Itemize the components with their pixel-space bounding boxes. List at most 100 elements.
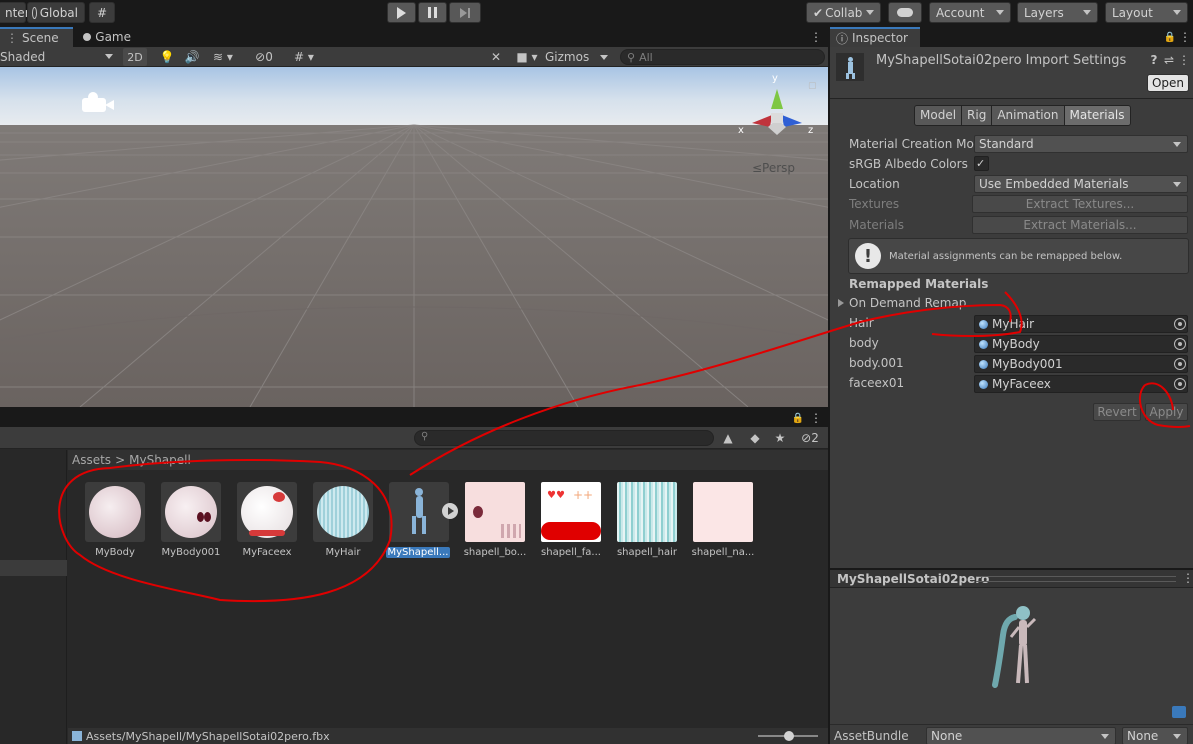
folder-tree-selected-item[interactable] bbox=[0, 560, 67, 576]
project-lock-icon[interactable]: 🔒 bbox=[792, 411, 804, 425]
open-button[interactable]: Open bbox=[1147, 74, 1189, 92]
shading-mode-label: Shaded bbox=[0, 49, 46, 64]
remap-field-faceex01[interactable]: MyFaceex bbox=[974, 375, 1188, 393]
scene-search-input[interactable]: ⚲ All bbox=[620, 49, 825, 65]
orientation-gizmo[interactable]: y x z bbox=[738, 73, 816, 153]
asset-item-shapell-na-texture[interactable] bbox=[693, 482, 753, 542]
tab-inspector[interactable]: ⓘ Inspector bbox=[830, 27, 920, 47]
model-preview[interactable] bbox=[830, 589, 1193, 699]
object-picker-icon[interactable] bbox=[1174, 358, 1186, 370]
object-picker-icon[interactable] bbox=[1174, 378, 1186, 390]
object-picker-icon[interactable] bbox=[1174, 338, 1186, 350]
hidden-objects-toggle[interactable]: ⊘ 0 bbox=[248, 48, 280, 66]
tab-game[interactable]: Game bbox=[77, 27, 137, 47]
srgb-checkbox[interactable]: ✓ bbox=[974, 156, 989, 171]
remap-field-hair[interactable]: MyHair bbox=[974, 315, 1188, 333]
pause-button[interactable] bbox=[418, 2, 447, 23]
exclamation-icon: ! bbox=[855, 243, 881, 269]
effects-dropdown[interactable]: ≋ ▾ bbox=[208, 48, 238, 66]
remap-field-body[interactable]: MyBody bbox=[974, 335, 1188, 353]
info-helpbox: ! Material assignments can be remapped b… bbox=[848, 238, 1189, 274]
step-button[interactable] bbox=[449, 2, 481, 23]
mode-2d-toggle[interactable]: 2D bbox=[123, 48, 147, 66]
remap-field-body001[interactable]: MyBody001 bbox=[974, 355, 1188, 373]
asset-label: shapell_na... bbox=[691, 547, 755, 558]
breadcrumb-folder[interactable]: MyShapell bbox=[129, 453, 191, 467]
layout-label: Layout bbox=[1112, 5, 1153, 20]
inspector-menu-icon[interactable]: ⋮ bbox=[1179, 29, 1191, 45]
preview-drag-handle[interactable] bbox=[976, 576, 1176, 582]
asset-item-myfaceex[interactable] bbox=[237, 482, 297, 542]
srgb-label: sRGB Albedo Colors bbox=[849, 157, 968, 171]
grid-dropdown[interactable]: # ▾ bbox=[284, 48, 324, 66]
on-demand-remap-foldout[interactable]: On Demand Remap bbox=[838, 296, 966, 310]
inspector-title: MyShapellSotai02pero Import Settings bbox=[876, 53, 1127, 68]
filter-label-icon[interactable]: ◆ bbox=[746, 430, 764, 446]
asset-item-mybody[interactable] bbox=[85, 482, 145, 542]
header-menu-icon[interactable]: ⋮ bbox=[1178, 53, 1190, 67]
persp-label[interactable]: ≤Persp bbox=[752, 161, 795, 175]
asset-label-tag-icon[interactable] bbox=[1172, 706, 1186, 718]
asset-item-model[interactable] bbox=[389, 482, 449, 542]
shading-mode-dropdown[interactable]: Shaded bbox=[0, 47, 118, 66]
inspector-tabbar: ⓘ Inspector 🔒 ⋮ bbox=[830, 27, 1193, 47]
tab-animation-label: Animation bbox=[997, 108, 1059, 122]
thumbnail-size-slider[interactable] bbox=[758, 731, 818, 741]
object-picker-icon[interactable] bbox=[1174, 318, 1186, 330]
info-text: Material assignments can be remapped bel… bbox=[889, 250, 1123, 262]
revert-button[interactable]: Revert bbox=[1093, 403, 1141, 421]
tab-scene[interactable]: ⋮ Scene bbox=[0, 27, 73, 47]
material-dot-icon bbox=[979, 319, 988, 329]
asset-item-shapell-body-texture[interactable] bbox=[465, 482, 525, 542]
gizmos-dropdown[interactable]: Gizmos bbox=[545, 48, 611, 66]
tab-rig[interactable]: Rig bbox=[962, 106, 993, 125]
tab-animation[interactable]: Animation bbox=[992, 106, 1065, 125]
asset-item-shapell-face-texture[interactable]: ♥♥ ++ bbox=[541, 482, 601, 542]
asset-item-shapell-hair-texture[interactable] bbox=[617, 482, 677, 542]
help-icon[interactable]: ? bbox=[1148, 53, 1160, 67]
assetbundle-dropdown[interactable]: None bbox=[926, 727, 1116, 744]
project-menu-icon[interactable]: ⋮ bbox=[810, 410, 822, 426]
asset-item-mybody001[interactable] bbox=[161, 482, 221, 542]
inspector-lock-icon[interactable]: 🔒 bbox=[1164, 30, 1176, 44]
layout-dropdown[interactable]: Layout bbox=[1105, 2, 1188, 23]
lighting-icon[interactable]: 💡 bbox=[158, 48, 176, 66]
pause-icon bbox=[428, 7, 437, 18]
filter-type-icon[interactable]: ▲ bbox=[719, 430, 737, 446]
tab-materials[interactable]: Materials bbox=[1064, 106, 1130, 125]
assetbundle-variant-dropdown[interactable]: None bbox=[1122, 727, 1188, 744]
expand-model-button[interactable] bbox=[442, 503, 458, 519]
camera-dropdown[interactable]: ■ ▾ bbox=[512, 48, 542, 66]
axis-gizmo-svg bbox=[752, 89, 802, 135]
pivot-mode-button[interactable]: nter bbox=[0, 2, 30, 23]
camera-icon[interactable] bbox=[82, 92, 116, 112]
breadcrumb-assets[interactable]: Assets bbox=[72, 453, 111, 467]
extract-textures-button[interactable]: Extract Textures... bbox=[972, 195, 1188, 213]
play-button[interactable] bbox=[387, 2, 416, 23]
asset-label: shapell_hair bbox=[616, 547, 678, 558]
preview-menu-icon[interactable]: ⋮ bbox=[1182, 571, 1193, 585]
favorite-star-icon[interactable]: ★ bbox=[771, 430, 789, 446]
extract-materials-button[interactable]: Extract Materials... bbox=[972, 216, 1188, 234]
collab-dropdown[interactable]: ✔ Collab bbox=[806, 2, 881, 23]
remap-name-body: body bbox=[849, 336, 879, 350]
tools-icon[interactable]: ✕ bbox=[486, 48, 506, 66]
scene-menu-icon[interactable]: ⋮ bbox=[810, 29, 822, 45]
asset-item-myhair[interactable] bbox=[313, 482, 373, 542]
cloud-button[interactable] bbox=[888, 2, 922, 23]
audio-icon[interactable]: 🔊 bbox=[183, 48, 201, 66]
layers-dropdown[interactable]: Layers bbox=[1017, 2, 1098, 23]
grid-snap-button[interactable]: # bbox=[89, 2, 115, 23]
tab-model[interactable]: Model bbox=[915, 106, 963, 125]
apply-button[interactable]: Apply bbox=[1145, 403, 1188, 421]
pivot-rotation-button[interactable]: Global bbox=[27, 2, 85, 23]
gizmo-lock-icon[interactable]: ▢ bbox=[808, 81, 817, 91]
preset-icon[interactable]: ⇌ bbox=[1163, 53, 1175, 67]
project-search-input[interactable]: ⚲ bbox=[414, 430, 714, 446]
scene-viewport[interactable]: y x z ▢ ≤Persp bbox=[0, 67, 828, 407]
project-hidden-toggle[interactable]: ⊘ 2 bbox=[796, 430, 824, 446]
location-dropdown[interactable]: Use Embedded Materials bbox=[974, 175, 1188, 193]
material-creation-dropdown[interactable]: Standard bbox=[974, 135, 1188, 153]
globe-icon bbox=[32, 6, 37, 19]
account-dropdown[interactable]: Account bbox=[929, 2, 1011, 23]
